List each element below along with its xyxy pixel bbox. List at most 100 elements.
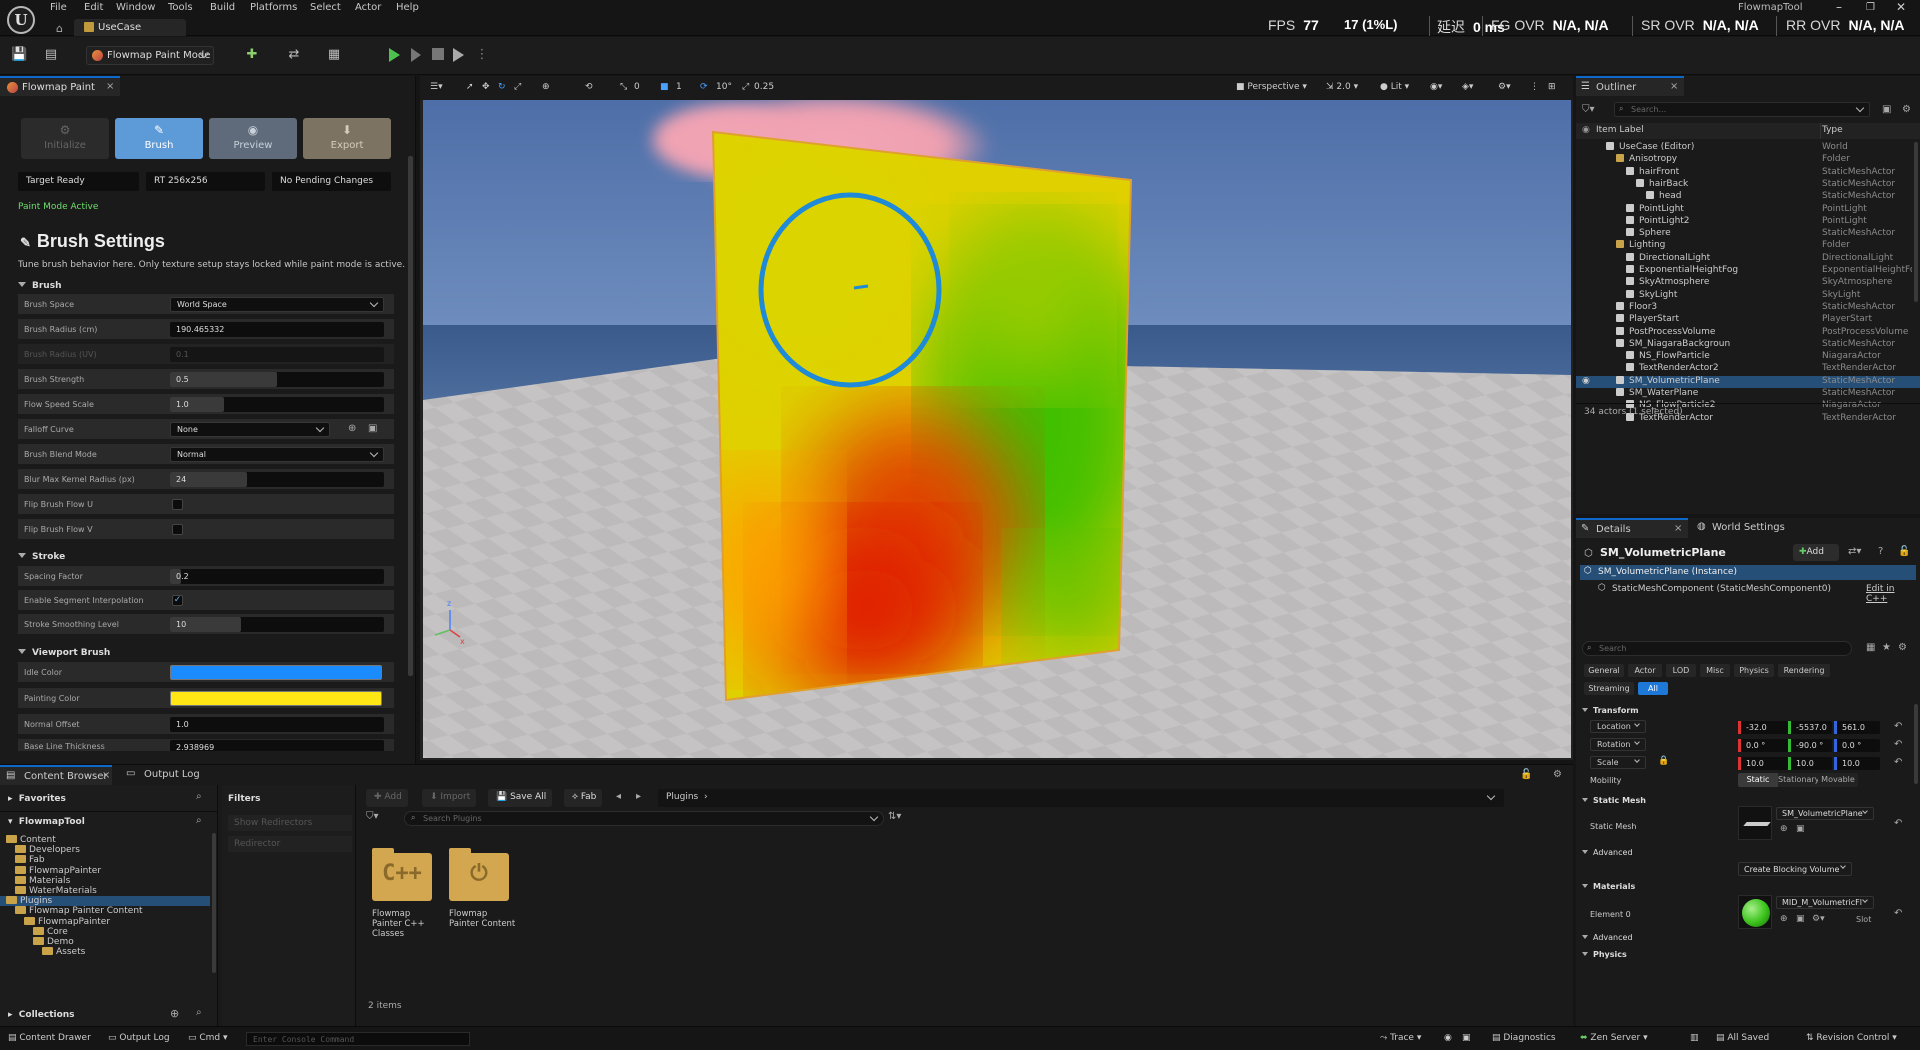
- viewport-options-icon[interactable]: ☰▾: [430, 82, 443, 92]
- mobility-movable[interactable]: Movable: [1818, 773, 1858, 787]
- rotation-snap-value[interactable]: 10°: [716, 82, 732, 92]
- settings-icon[interactable]: ⚙: [1902, 104, 1911, 115]
- export-button[interactable]: ⬇ Export: [303, 118, 391, 159]
- line-thickness-input[interactable]: 2.938969: [170, 740, 384, 751]
- idle-color-swatch[interactable]: [170, 665, 382, 680]
- filter-actor[interactable]: Actor: [1628, 664, 1662, 677]
- material-thumbnail[interactable]: [1738, 895, 1772, 929]
- filter-all[interactable]: All: [1638, 682, 1668, 695]
- close-icon[interactable]: ✕: [1896, 0, 1906, 14]
- view-mode-dropdown[interactable]: ● Lit ▾: [1380, 82, 1409, 92]
- outliner-row[interactable]: Sphere StaticMeshActor: [1576, 228, 1920, 240]
- brush-space-dropdown[interactable]: World Space: [170, 297, 384, 312]
- menu-actor[interactable]: Actor: [355, 2, 381, 13]
- location-y[interactable]: -5537.0: [1788, 721, 1832, 734]
- tree-folder[interactable]: WaterMaterials: [15, 886, 97, 896]
- tree-folder[interactable]: Plugins: [0, 896, 210, 907]
- static-mesh-picker[interactable]: SM_VolumetricPlane: [1776, 807, 1874, 820]
- perspective-dropdown[interactable]: ■ Perspective ▾: [1236, 82, 1307, 92]
- scale-snap-icon[interactable]: ⤢: [742, 82, 749, 92]
- tree-folder[interactable]: Demo: [33, 937, 74, 947]
- section-stroke[interactable]: Stroke: [18, 552, 65, 562]
- lock-icon[interactable]: 🔓: [1520, 769, 1532, 780]
- outliner-row[interactable]: ExponentialHeightFog ExponentialHeightFog: [1576, 265, 1920, 277]
- show-flags-icon[interactable]: ◉▾: [1430, 82, 1442, 92]
- scale-snap-value[interactable]: 0.25: [754, 82, 774, 92]
- add-collection-icon[interactable]: ⊕: [170, 1007, 179, 1020]
- sort-icon[interactable]: ⇅▾: [888, 811, 901, 822]
- rotation-dropdown[interactable]: Rotation: [1590, 738, 1646, 751]
- diagnostics-button[interactable]: ▤ Diagnostics: [1492, 1033, 1556, 1043]
- tree-folder[interactable]: Flowmap Painter Content: [15, 906, 143, 916]
- search-plugins-input[interactable]: ⌕ Search Plugins: [404, 811, 884, 826]
- reset-icon[interactable]: ↶: [1894, 908, 1902, 919]
- spacing-slider[interactable]: 0.2: [170, 569, 384, 584]
- add-component-button[interactable]: ✚Add: [1793, 544, 1839, 561]
- blueprint-icon[interactable]: ⇄▾: [1848, 546, 1861, 557]
- level-viewport[interactable]: ☰▾ ➚ ✥ ↻ ⤢ ⊕ ⟲ ⤡ 0 ■ 1 ⟳ 10° ⤢ 0.25 ■ Pe…: [420, 76, 1573, 760]
- tree-folder[interactable]: Core: [33, 926, 68, 937]
- scale-z[interactable]: 10.0: [1834, 757, 1880, 770]
- close-tab-icon[interactable]: ×: [1670, 81, 1678, 92]
- translate-tool-icon[interactable]: ✥: [482, 82, 490, 92]
- outliner-row[interactable]: SM_NiagaraBackgroun StaticMeshActor: [1576, 338, 1920, 351]
- menu-window[interactable]: Window: [116, 2, 155, 13]
- outliner-row[interactable]: Anisotropy Folder: [1576, 154, 1920, 166]
- filter-icon[interactable]: ⛉▾: [366, 811, 379, 822]
- step-icon[interactable]: [411, 48, 421, 62]
- all-saved-button[interactable]: ▤ All Saved: [1716, 1033, 1769, 1043]
- menu-file[interactable]: File: [50, 2, 67, 13]
- lock-ratio-icon[interactable]: 🔒: [1658, 756, 1669, 766]
- outliner-scrollbar[interactable]: [1914, 142, 1918, 302]
- outliner-row[interactable]: SkyAtmosphere SkyAtmosphere: [1576, 277, 1920, 289]
- grid-snap-icon[interactable]: ⤡: [620, 82, 627, 92]
- rotation-z[interactable]: 0.0 °: [1834, 739, 1880, 752]
- flip-u-checkbox[interactable]: [172, 499, 183, 510]
- material-picker[interactable]: MID_M_VolumetricFl: [1776, 896, 1874, 909]
- section-physics[interactable]: Physics: [1582, 950, 1627, 959]
- folder-cpp-classes[interactable]: C++: [372, 848, 432, 901]
- section-advanced[interactable]: Advanced: [1582, 848, 1633, 857]
- blur-kernel-slider[interactable]: 24: [170, 472, 384, 487]
- collections-header[interactable]: ▸ Collections: [8, 1010, 75, 1020]
- visibility-icon[interactable]: ◉: [1582, 125, 1590, 135]
- segment-interp-checkbox[interactable]: ✓: [172, 595, 183, 606]
- reset-icon[interactable]: ↶: [1894, 757, 1902, 768]
- filter-redirector[interactable]: Redirector: [228, 836, 352, 852]
- tree-folder[interactable]: Fab: [15, 855, 45, 865]
- scale-y[interactable]: 10.0: [1788, 757, 1832, 770]
- preview-button[interactable]: ◉ Preview: [209, 118, 297, 159]
- section-viewport-brush[interactable]: Viewport Brush: [18, 648, 110, 658]
- settings-icon[interactable]: ⚙: [1553, 769, 1562, 780]
- browse-asset-icon[interactable]: ▣: [1796, 914, 1805, 924]
- close-tab-icon[interactable]: ×: [106, 81, 114, 92]
- surface-snap-icon[interactable]: ⟲: [585, 82, 593, 92]
- scale-x[interactable]: 10.0: [1738, 757, 1788, 770]
- browse-asset-icon[interactable]: ▣: [1796, 824, 1805, 834]
- menu-edit[interactable]: Edit: [84, 2, 103, 13]
- trace-dropdown[interactable]: ⤳ Trace ▾: [1380, 1033, 1421, 1043]
- save-icon[interactable]: 💾: [11, 47, 27, 63]
- tree-folder[interactable]: Content: [6, 835, 56, 845]
- menu-select[interactable]: Select: [310, 2, 341, 13]
- outliner-row[interactable]: SM_WaterPlane StaticMeshActor: [1576, 388, 1920, 400]
- content-drawer-button[interactable]: ▤ Content Drawer: [8, 1033, 91, 1043]
- home-icon[interactable]: ⌂: [56, 22, 63, 35]
- flow-speed-slider[interactable]: 1.0: [170, 397, 384, 412]
- stop-icon[interactable]: [432, 48, 444, 60]
- record-icon[interactable]: ◉: [1444, 1033, 1452, 1043]
- outliner-row[interactable]: PostProcessVolume PostProcessVolume: [1576, 326, 1920, 339]
- project-header[interactable]: ▾ FlowmapTool: [8, 817, 85, 827]
- folder-plugin-content[interactable]: ⏻: [449, 848, 509, 901]
- outliner-row[interactable]: hairFront StaticMeshActor: [1576, 166, 1920, 179]
- use-selected-icon[interactable]: ⊕: [348, 423, 356, 434]
- level-tab[interactable]: UseCase: [74, 19, 186, 36]
- history-back-icon[interactable]: ◂: [616, 791, 621, 802]
- tree-folder[interactable]: Developers: [15, 845, 80, 855]
- tab-details[interactable]: ✎ Details ×: [1576, 518, 1688, 538]
- create-blocking-volume-dropdown[interactable]: Create Blocking Volume: [1738, 862, 1852, 876]
- outliner-row[interactable]: SkyLight SkyLight: [1576, 289, 1920, 302]
- painting-color-swatch[interactable]: [170, 691, 382, 706]
- menu-tools[interactable]: Tools: [168, 2, 193, 13]
- cinematics-icon[interactable]: ▦: [326, 47, 342, 63]
